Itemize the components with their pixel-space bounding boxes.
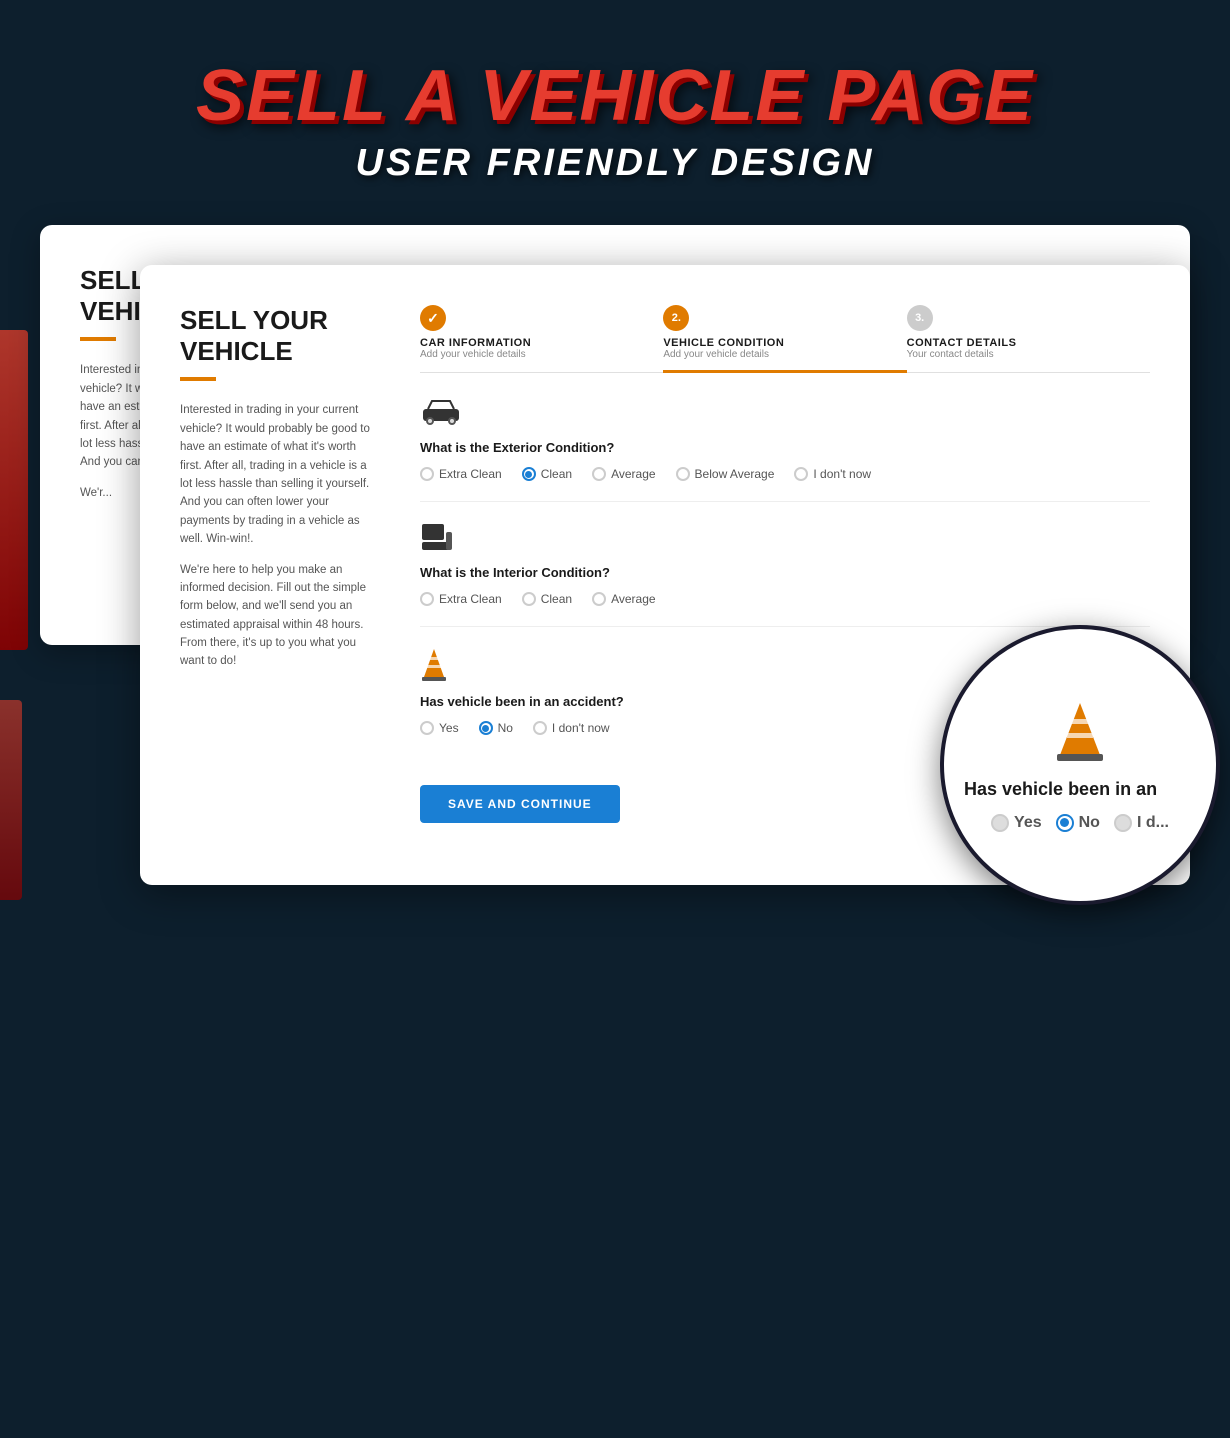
interior-extra-clean-label: Extra Clean bbox=[439, 592, 502, 606]
exterior-dont-know[interactable]: I don't now bbox=[794, 467, 871, 481]
accident-yes[interactable]: Yes bbox=[420, 721, 459, 735]
interior-extra-clean[interactable]: Extra Clean bbox=[420, 592, 502, 606]
exterior-dont-know-label: I don't now bbox=[813, 467, 871, 481]
exterior-clean[interactable]: Clean bbox=[522, 467, 572, 481]
step-num-3-front: 3. bbox=[907, 305, 933, 331]
step-3-front: 3. CONTACT DETAILS Your contact details bbox=[907, 305, 1150, 372]
card-front-desc2: We're here to help you make an informed … bbox=[180, 561, 380, 671]
zoom-question: Has vehicle been in an bbox=[964, 779, 1196, 800]
hero-header: SELL A VEHICLE PAGE USER FRIENDLY DESIGN bbox=[0, 0, 1230, 225]
exterior-average[interactable]: Average bbox=[592, 467, 655, 481]
card-front-left: SELL YOURVEHICLE Interested in trading i… bbox=[180, 305, 380, 823]
card-front: SELL YOURVEHICLE Interested in trading i… bbox=[140, 265, 1190, 885]
exterior-extra-clean-radio[interactable] bbox=[420, 467, 434, 481]
title-underline bbox=[80, 337, 116, 341]
step-sublabel-1-front: Add your vehicle details bbox=[420, 349, 663, 360]
save-continue-button[interactable]: SAVE AND CONTINUE bbox=[420, 785, 620, 823]
accident-yes-label: Yes bbox=[439, 721, 459, 735]
interior-clean[interactable]: Clean bbox=[522, 592, 572, 606]
front-title-underline bbox=[180, 377, 216, 381]
interior-extra-clean-radio[interactable] bbox=[420, 592, 434, 606]
hero-subtitle: USER FRIENDLY DESIGN bbox=[20, 142, 1210, 185]
car-icon bbox=[420, 397, 1150, 434]
step-num-1-front: ✓ bbox=[420, 305, 446, 331]
exterior-below-average-label: Below Average bbox=[695, 467, 775, 481]
exterior-average-label: Average bbox=[611, 467, 655, 481]
exterior-clean-label: Clean bbox=[541, 467, 572, 481]
accident-dont-know[interactable]: I don't now bbox=[533, 721, 610, 735]
interior-average-radio[interactable] bbox=[592, 592, 606, 606]
zoom-popup: Has vehicle been in an Yes No I d... bbox=[940, 625, 1220, 905]
zoom-radio-group: Yes No I d... bbox=[991, 814, 1169, 832]
step-2-front: 2. VEHICLE CONDITION Add your vehicle de… bbox=[663, 305, 906, 372]
card-front-desc1: Interested in trading in your current ve… bbox=[180, 401, 380, 548]
interior-condition-section: What is the Interior Condition? Extra Cl… bbox=[420, 522, 1150, 627]
accident-dont-know-label: I don't now bbox=[552, 721, 610, 735]
exterior-extra-clean[interactable]: Extra Clean bbox=[420, 467, 502, 481]
exterior-below-average[interactable]: Below Average bbox=[676, 467, 775, 481]
zoom-no[interactable]: No bbox=[1056, 814, 1100, 832]
card-front-sell-title: SELL YOURVEHICLE bbox=[180, 305, 380, 367]
accident-dont-know-radio[interactable] bbox=[533, 721, 547, 735]
seat-icon bbox=[420, 522, 1150, 559]
step-label-1-front: CAR INFORMATION bbox=[420, 337, 663, 349]
zoom-dont-know-label: I d... bbox=[1137, 814, 1169, 832]
exterior-question: What is the Exterior Condition? bbox=[420, 440, 1150, 455]
zoom-no-label: No bbox=[1079, 814, 1100, 832]
step-sublabel-3-front: Your contact details bbox=[907, 349, 1150, 360]
zoom-yes-label: Yes bbox=[1014, 814, 1042, 832]
step-label-2-front: VEHICLE CONDITION bbox=[663, 337, 906, 349]
exterior-extra-clean-label: Extra Clean bbox=[439, 467, 502, 481]
accident-no-radio[interactable] bbox=[479, 721, 493, 735]
zoom-yes-radio[interactable] bbox=[991, 814, 1009, 832]
main-container: SELL YOURVEHICLE Interested in trading i… bbox=[0, 225, 1230, 945]
step-sublabel-2-front: Add your vehicle details bbox=[663, 349, 906, 360]
exterior-clean-radio[interactable] bbox=[522, 467, 536, 481]
step-num-2-front: 2. bbox=[663, 305, 689, 331]
zoom-yes[interactable]: Yes bbox=[991, 814, 1042, 832]
exterior-dont-know-radio[interactable] bbox=[794, 467, 808, 481]
accident-no[interactable]: No bbox=[479, 721, 513, 735]
exterior-below-average-radio[interactable] bbox=[676, 467, 690, 481]
hero-title: SELL A VEHICLE PAGE bbox=[20, 60, 1210, 132]
exterior-radio-group: Extra Clean Clean Average Below Ave bbox=[420, 467, 1150, 481]
interior-average[interactable]: Average bbox=[592, 592, 655, 606]
exterior-average-radio[interactable] bbox=[592, 467, 606, 481]
interior-radio-group: Extra Clean Clean Average bbox=[420, 592, 1150, 606]
interior-clean-radio[interactable] bbox=[522, 592, 536, 606]
accident-no-label: No bbox=[498, 721, 513, 735]
interior-question: What is the Interior Condition? bbox=[420, 565, 1150, 580]
zoom-dont-know[interactable]: I d... bbox=[1114, 814, 1169, 832]
zoom-cone-icon bbox=[1054, 699, 1106, 771]
accident-yes-radio[interactable] bbox=[420, 721, 434, 735]
interior-clean-label: Clean bbox=[541, 592, 572, 606]
steps-row-front: ✓ CAR INFORMATION Add your vehicle detai… bbox=[420, 305, 1150, 373]
step-1-front: ✓ CAR INFORMATION Add your vehicle detai… bbox=[420, 305, 663, 372]
exterior-condition-section: What is the Exterior Condition? Extra Cl… bbox=[420, 397, 1150, 502]
step-label-3-front: CONTACT DETAILS bbox=[907, 337, 1150, 349]
zoom-dont-know-radio[interactable] bbox=[1114, 814, 1132, 832]
zoom-no-radio[interactable] bbox=[1056, 814, 1074, 832]
interior-average-label: Average bbox=[611, 592, 655, 606]
